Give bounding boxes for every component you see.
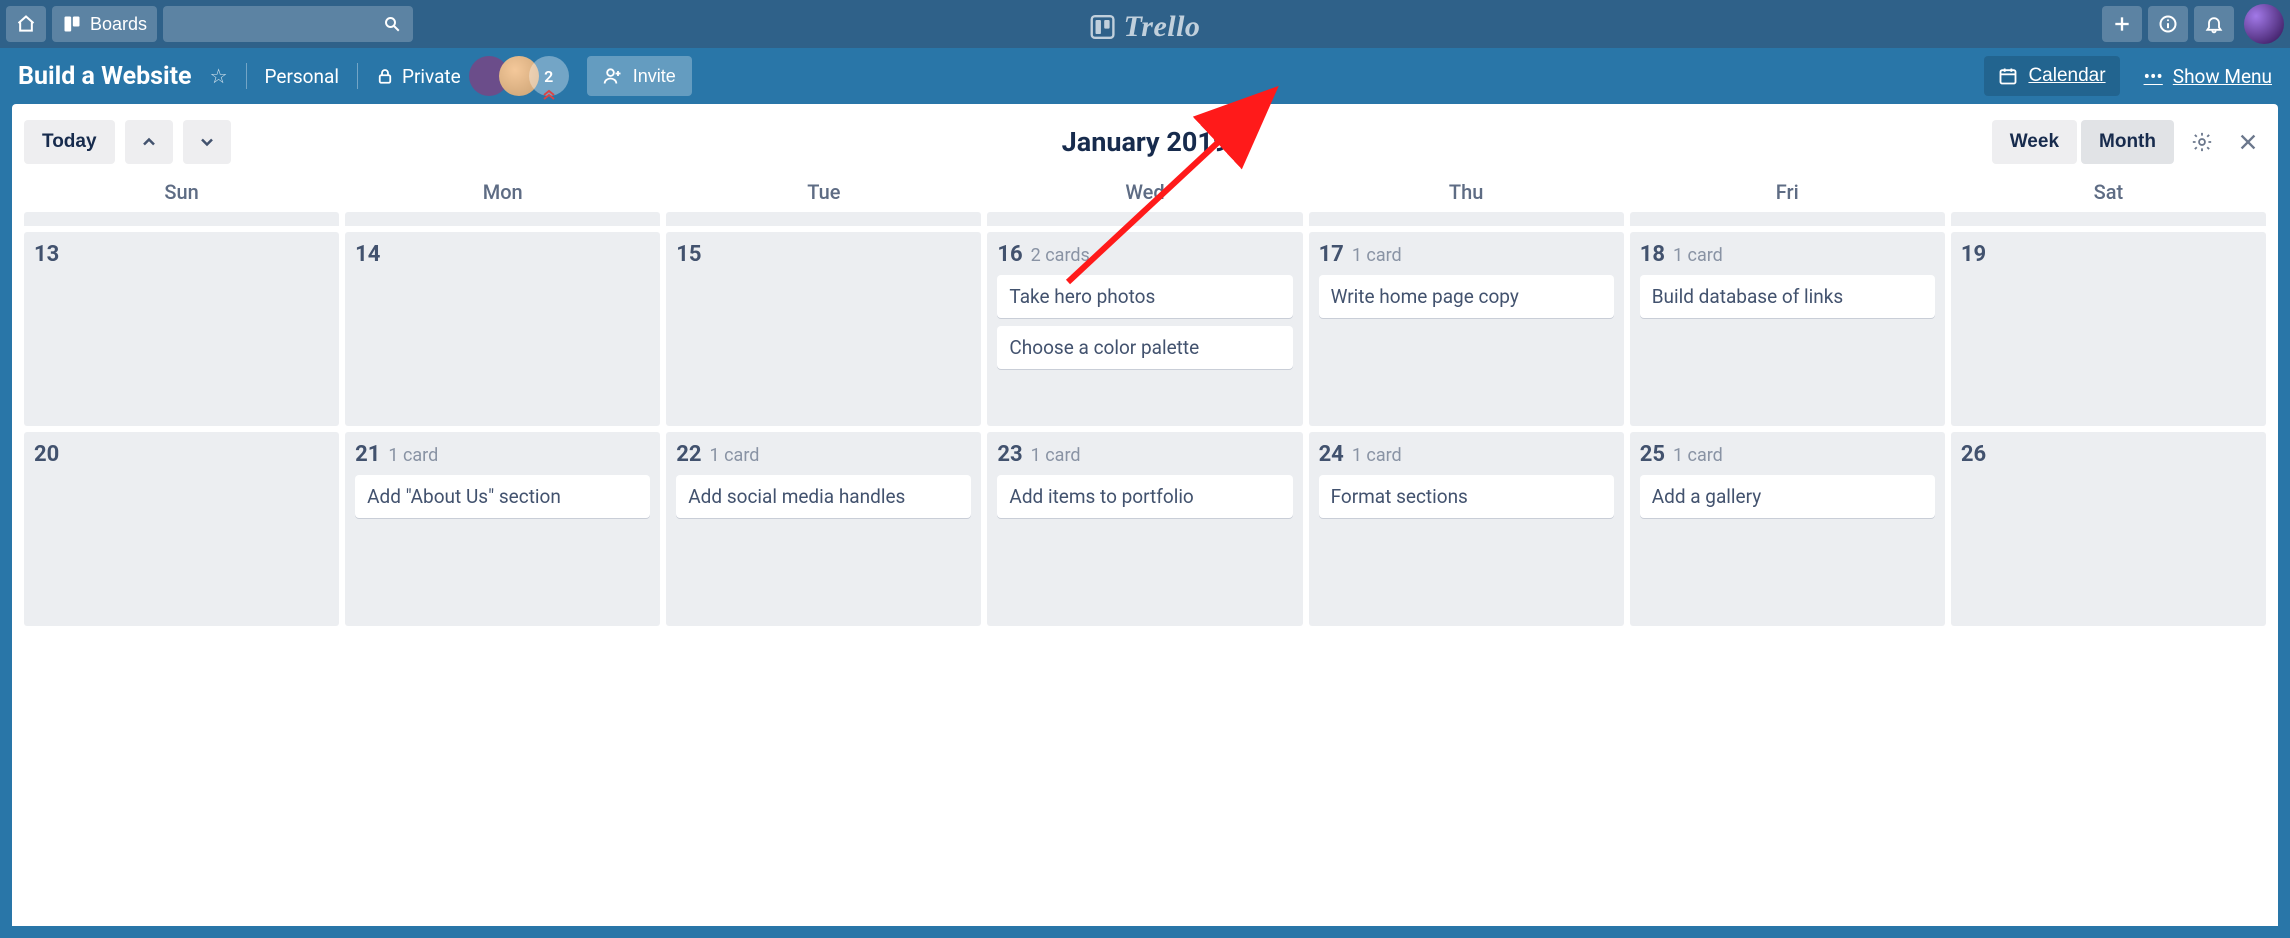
day-number: 21 [355, 442, 380, 467]
card-count: 1 card [1352, 245, 1402, 266]
day-of-week: Thu [1309, 174, 1624, 208]
day-number: 23 [997, 442, 1022, 467]
chevrons-icon [541, 86, 557, 100]
calendar-panel: Today January 2019 Week Month [12, 104, 2278, 926]
calendar-card[interactable]: Format sections [1319, 475, 1614, 518]
calendar-day[interactable]: 24 1 card Format sections [1309, 432, 1624, 626]
next-button[interactable] [183, 120, 231, 164]
card-count: 1 card [710, 445, 760, 466]
card-count: 1 card [1352, 445, 1402, 466]
day-of-week: Fri [1630, 174, 1945, 208]
visibility-button[interactable]: Private [376, 65, 461, 88]
calendar-day[interactable]: 16 2 cards Take hero photos Choose a color … [987, 232, 1302, 426]
calendar-card[interactable]: Take hero photos [997, 275, 1292, 318]
day-number: 24 [1319, 442, 1344, 467]
ellipsis-icon: ••• [2144, 65, 2163, 88]
chevron-down-icon [197, 132, 217, 152]
person-add-icon [603, 66, 623, 86]
calendar-card[interactable]: Build database of links [1640, 275, 1935, 318]
card-count: 2 cards [1031, 245, 1090, 266]
day-of-week: Mon [345, 174, 660, 208]
close-icon [2237, 131, 2259, 153]
calendar-icon [1998, 66, 2018, 86]
day-number: 20 [34, 442, 59, 467]
view-week-button[interactable]: Week [1992, 120, 2077, 164]
day-of-week: Tue [666, 174, 981, 208]
create-button[interactable] [2102, 6, 2142, 42]
day-number: 22 [676, 442, 701, 467]
calendar-powerup-button[interactable]: Calendar [1984, 56, 2119, 96]
day-of-week: Sat [1951, 174, 2266, 208]
notifications-button[interactable] [2194, 6, 2234, 42]
boards-button[interactable]: Boards [52, 6, 157, 42]
calendar-day[interactable]: 13 [24, 232, 339, 426]
trello-icon [1090, 14, 1116, 40]
invite-button[interactable]: Invite [587, 56, 692, 96]
home-icon [16, 14, 36, 34]
day-number: 15 [676, 242, 701, 267]
day-number: 25 [1640, 442, 1665, 467]
lock-icon [376, 67, 394, 85]
view-month-button[interactable]: Month [2081, 120, 2174, 164]
plus-icon [2112, 14, 2132, 34]
day-of-week: Wed [987, 174, 1302, 208]
close-calendar-button[interactable] [2230, 124, 2266, 160]
search-icon [383, 15, 401, 33]
calendar-card[interactable]: Add social media handles [676, 475, 971, 518]
card-count: 1 card [1673, 445, 1723, 466]
home-button[interactable] [6, 6, 46, 42]
calendar-card[interactable]: Add a gallery [1640, 475, 1935, 518]
user-avatar[interactable] [2244, 4, 2284, 44]
day-of-week-row: SunMonTueWedThuFriSat [24, 174, 2266, 208]
team-button[interactable]: Personal [265, 65, 339, 88]
calendar-day[interactable]: 26 [1951, 432, 2266, 626]
show-menu-button[interactable]: ••• Show Menu [2144, 65, 2272, 88]
day-number: 16 [997, 242, 1022, 267]
bell-icon [2204, 14, 2224, 34]
calendar-day[interactable]: 25 1 card Add a gallery [1630, 432, 1945, 626]
global-header: Boards Trello [0, 0, 2290, 48]
card-count: 1 card [1673, 245, 1723, 266]
prev-button[interactable] [125, 120, 173, 164]
calendar-day[interactable]: 19 [1951, 232, 2266, 426]
calendar-card[interactable]: Write home page copy [1319, 275, 1614, 318]
calendar-title: January 2019 [1062, 126, 1229, 158]
day-number: 26 [1961, 442, 1986, 467]
member-stack[interactable]: 2 [479, 56, 569, 96]
today-button[interactable]: Today [24, 120, 115, 164]
board-header: Build a Website ☆ Personal Private 2 Inv… [0, 48, 2290, 104]
calendar-day[interactable]: 21 1 card Add "About Us" section [345, 432, 660, 626]
calendar-toolbar: Today January 2019 Week Month [24, 120, 2266, 164]
boards-label: Boards [90, 14, 147, 35]
card-count: 1 card [388, 445, 438, 466]
search-input[interactable] [163, 6, 413, 42]
chevron-up-icon [139, 132, 159, 152]
calendar-day[interactable]: 23 1 card Add items to portfolio [987, 432, 1302, 626]
day-number: 19 [1961, 242, 1986, 267]
boards-icon [62, 14, 82, 34]
calendar-day[interactable]: 14 [345, 232, 660, 426]
day-number: 14 [355, 242, 380, 267]
board-title: Build a Website [18, 62, 192, 91]
calendar-day[interactable]: 17 1 card Write home page copy [1309, 232, 1624, 426]
calendar-day[interactable]: 18 1 card Build database of links [1630, 232, 1945, 426]
day-number: 18 [1640, 242, 1665, 267]
card-count: 1 card [1031, 445, 1081, 466]
calendar-day[interactable]: 22 1 card Add social media handles [666, 432, 981, 626]
day-of-week: Sun [24, 174, 339, 208]
gear-icon [2191, 131, 2213, 153]
day-number: 13 [34, 242, 59, 267]
info-button[interactable] [2148, 6, 2188, 42]
calendar-card[interactable]: Add items to portfolio [997, 475, 1292, 518]
member-count[interactable]: 2 [529, 56, 569, 96]
calendar-day[interactable]: 20 [24, 432, 339, 626]
brand-logo: Trello [1090, 10, 1201, 44]
calendar-settings-button[interactable] [2184, 124, 2220, 160]
star-board-button[interactable]: ☆ [210, 64, 228, 88]
calendar-card[interactable]: Choose a color palette [997, 326, 1292, 369]
info-icon [2158, 14, 2178, 34]
calendar-card[interactable]: Add "About Us" section [355, 475, 650, 518]
day-number: 17 [1319, 242, 1344, 267]
calendar-day[interactable]: 15 [666, 232, 981, 426]
